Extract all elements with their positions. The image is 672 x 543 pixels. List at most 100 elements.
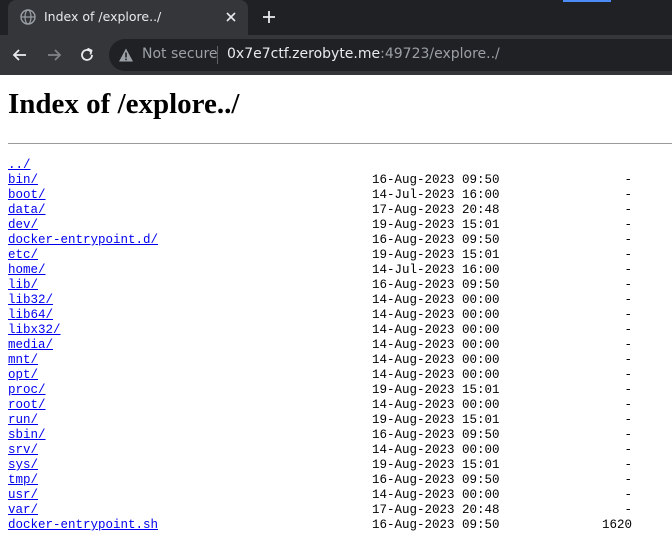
modified-date: 14-Aug-2023 00:00 [372, 488, 500, 502]
modified-date: 14-Jul-2023 16:00 [372, 188, 500, 202]
listing-row: mnt/14-Aug-2023 00:00 - [8, 353, 668, 368]
file-size: - [624, 293, 632, 307]
modified-date: 19-Aug-2023 15:01 [372, 458, 500, 472]
listing-row: opt/14-Aug-2023 00:00 - [8, 368, 668, 383]
url-host: 0x7e7ctf.zerobyte.me [227, 46, 381, 62]
file-link[interactable]: run/ [8, 413, 38, 428]
modified-date: 14-Aug-2023 00:00 [372, 368, 500, 382]
listing-row: usr/14-Aug-2023 00:00 - [8, 488, 668, 503]
file-link[interactable]: docker-entrypoint.sh [8, 518, 158, 533]
listing-row: home/14-Jul-2023 16:00 - [8, 263, 668, 278]
address-separator [217, 46, 218, 64]
listing-row: root/14-Aug-2023 00:00 - [8, 398, 668, 413]
listing-row: srv/14-Aug-2023 00:00 - [8, 443, 668, 458]
file-link[interactable]: usr/ [8, 488, 38, 503]
modified-date: 14-Jul-2023 16:00 [372, 263, 500, 277]
file-link[interactable]: sbin/ [8, 428, 46, 443]
back-arrow-icon[interactable] [11, 46, 29, 64]
file-size: - [624, 263, 632, 277]
modified-date: 14-Aug-2023 00:00 [372, 443, 500, 457]
listing-row: sys/19-Aug-2023 15:01 - [8, 458, 668, 473]
listing-row: var/17-Aug-2023 20:48 - [8, 503, 668, 518]
listing-row: media/14-Aug-2023 00:00 - [8, 338, 668, 353]
browser-tab[interactable]: Index of /explore../ [8, 0, 248, 35]
file-link[interactable]: proc/ [8, 383, 46, 398]
file-link[interactable]: mnt/ [8, 353, 38, 368]
file-size: - [624, 488, 632, 502]
file-size: - [624, 473, 632, 487]
file-size: 1620 [601, 518, 632, 532]
window-accent [563, 0, 611, 2]
horizontal-rule [8, 143, 672, 144]
modified-date: 19-Aug-2023 15:01 [372, 413, 500, 427]
file-link[interactable]: sys/ [8, 458, 38, 473]
file-link[interactable]: etc/ [8, 248, 38, 263]
page-content: Index of /explore../ ../bin/16-Aug-2023 … [0, 75, 672, 543]
url-text[interactable]: 0x7e7ctf.zerobyte.me:49723/explore../ [227, 46, 500, 62]
file-size: - [624, 428, 632, 442]
modified-date: 16-Aug-2023 09:50 [372, 428, 500, 442]
file-link[interactable]: tmp/ [8, 473, 38, 488]
file-link[interactable]: lib64/ [8, 308, 53, 323]
tab-title: Index of /explore../ [44, 9, 162, 24]
warning-triangle-icon[interactable] [118, 47, 134, 63]
browser-toolbar: Not secure 0x7e7ctf.zerobyte.me:49723/ex… [0, 35, 672, 75]
file-size: - [624, 503, 632, 517]
file-link[interactable]: docker-entrypoint.d/ [8, 233, 158, 248]
file-link[interactable]: libx32/ [8, 323, 61, 338]
modified-date: 16-Aug-2023 09:50 [372, 278, 500, 292]
listing-row: boot/14-Jul-2023 16:00 - [8, 188, 668, 203]
listing-row: docker-entrypoint.d/16-Aug-2023 09:50 - [8, 233, 668, 248]
page-title: Index of /explore../ [8, 88, 240, 120]
file-size: - [624, 413, 632, 427]
file-size: - [624, 338, 632, 352]
forward-arrow-icon[interactable] [45, 46, 63, 64]
file-size: - [624, 383, 632, 397]
new-tab-plus-icon[interactable] [261, 9, 277, 25]
listing-row: lib32/14-Aug-2023 00:00 - [8, 293, 668, 308]
modified-date: 14-Aug-2023 00:00 [372, 293, 500, 307]
file-link[interactable]: boot/ [8, 188, 46, 203]
listing-row: sbin/16-Aug-2023 09:50 - [8, 428, 668, 443]
file-link[interactable]: lib32/ [8, 293, 53, 308]
file-link[interactable]: srv/ [8, 443, 38, 458]
listing-row: docker-entrypoint.sh 16-Aug-2023 09:50 162… [8, 518, 668, 533]
file-size: - [624, 188, 632, 202]
listing-row: lib/16-Aug-2023 09:50 - [8, 278, 668, 293]
file-size: - [624, 173, 632, 187]
file-link[interactable]: home/ [8, 263, 46, 278]
close-icon[interactable] [224, 10, 238, 24]
directory-listing: ../bin/16-Aug-2023 09:50- boot/14-Jul-202… [8, 158, 668, 533]
reload-icon[interactable] [78, 46, 96, 64]
address-bar[interactable]: Not secure 0x7e7ctf.zerobyte.me:49723/ex… [109, 39, 672, 71]
file-size: - [624, 233, 632, 247]
file-link[interactable]: root/ [8, 398, 46, 413]
modified-date: 19-Aug-2023 15:01 [372, 383, 500, 397]
not-secure-label[interactable]: Not secure [142, 46, 218, 62]
modified-date: 14-Aug-2023 00:00 [372, 308, 500, 322]
file-size: - [624, 443, 632, 457]
file-link[interactable]: data/ [8, 203, 46, 218]
listing-row: data/17-Aug-2023 20:48 - [8, 203, 668, 218]
file-link[interactable]: ../ [8, 158, 31, 173]
file-size: - [624, 398, 632, 412]
file-link[interactable]: var/ [8, 503, 38, 518]
file-link[interactable]: opt/ [8, 368, 38, 383]
file-link[interactable]: dev/ [8, 218, 38, 233]
listing-row: dev/19-Aug-2023 15:01 - [8, 218, 668, 233]
modified-date: 16-Aug-2023 09:50 [372, 518, 500, 532]
modified-date: 16-Aug-2023 09:50 [372, 233, 500, 247]
modified-date: 19-Aug-2023 15:01 [372, 248, 500, 262]
file-size: - [624, 278, 632, 292]
listing-row: etc/19-Aug-2023 15:01 - [8, 248, 668, 263]
file-size: - [624, 458, 632, 472]
modified-date: 17-Aug-2023 20:48 [372, 203, 500, 217]
listing-row: lib64/14-Aug-2023 00:00 - [8, 308, 668, 323]
file-link[interactable]: bin/ [8, 173, 38, 188]
globe-icon [20, 9, 36, 25]
listing-row: run/19-Aug-2023 15:01 - [8, 413, 668, 428]
file-link[interactable]: lib/ [8, 278, 38, 293]
modified-date: 19-Aug-2023 15:01 [372, 218, 500, 232]
modified-date: 14-Aug-2023 00:00 [372, 338, 500, 352]
file-link[interactable]: media/ [8, 338, 53, 353]
